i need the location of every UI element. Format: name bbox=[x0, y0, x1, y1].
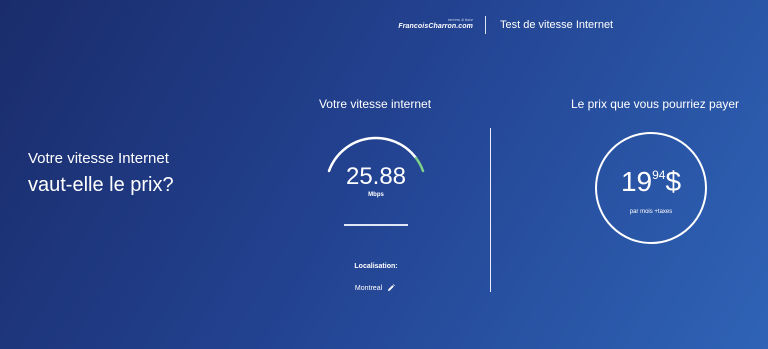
price-currency: $ bbox=[665, 166, 682, 197]
hero-text: Votre vitesse Internet vaut-elle le prix… bbox=[28, 150, 174, 198]
price-note: par mois +taxes bbox=[629, 209, 673, 215]
site-header: techno & futur FrancoisCharron.com Test … bbox=[0, 15, 768, 37]
header-divider bbox=[485, 16, 486, 34]
speed-value: 25.88 bbox=[345, 163, 407, 190]
location-selector[interactable]: Montreal bbox=[330, 284, 420, 292]
location-value: Montreal bbox=[354, 284, 383, 292]
speed-unit: Mbps bbox=[368, 192, 384, 198]
price-amount: 1994$ bbox=[595, 166, 707, 198]
gauge-underline bbox=[344, 224, 408, 226]
logo-name: FrancoisCharron.com bbox=[398, 23, 473, 30]
pencil-icon[interactable] bbox=[387, 284, 395, 292]
speed-section-title: Votre vitesse internet bbox=[318, 97, 432, 111]
price-cents: 94 bbox=[652, 168, 666, 182]
logo-tagline: techno & futur bbox=[448, 17, 473, 22]
hero-line-2: vaut-elle le prix? bbox=[28, 174, 174, 196]
price-section-title: Le prix que vous pourriez payer bbox=[570, 97, 740, 111]
location-label: Localisation: bbox=[354, 263, 398, 270]
page-title: Test de vitesse Internet bbox=[500, 19, 614, 31]
price-dollars: 19 bbox=[620, 166, 653, 197]
section-divider bbox=[490, 128, 491, 292]
francoischarron-logo[interactable]: techno & futur FrancoisCharron.com bbox=[385, 17, 475, 35]
hero-line-1: Votre vitesse Internet bbox=[28, 150, 169, 167]
